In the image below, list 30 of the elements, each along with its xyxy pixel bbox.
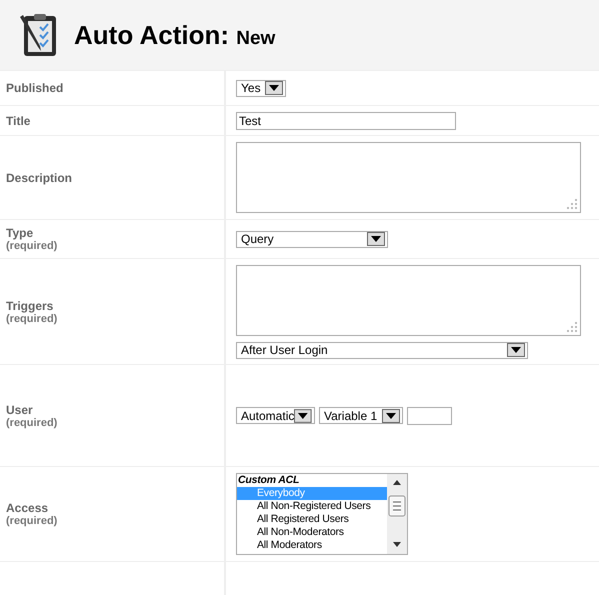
dropdown[interactable]: Automatic bbox=[236, 407, 315, 424]
text-area[interactable] bbox=[236, 264, 581, 336]
dropdown[interactable]: Variable 1 bbox=[319, 407, 403, 424]
text-area[interactable] bbox=[236, 142, 581, 213]
list-option[interactable]: All Non-Moderators bbox=[237, 526, 387, 539]
resize-grip-icon bbox=[567, 199, 577, 209]
dropdown[interactable]: Yes bbox=[236, 80, 286, 96]
dropdown[interactable]: After User Login bbox=[236, 342, 528, 358]
required-note: (required) bbox=[6, 240, 58, 252]
page-title: Auto Action: New bbox=[74, 20, 276, 50]
list-option[interactable]: All Moderators bbox=[237, 539, 387, 552]
text-field[interactable] bbox=[407, 406, 452, 424]
field-label: Triggers bbox=[6, 298, 54, 312]
scrollbar-icon[interactable] bbox=[387, 474, 407, 554]
required-note: (required) bbox=[6, 416, 58, 428]
field-label: Title bbox=[6, 114, 32, 128]
field-label: Access bbox=[6, 501, 50, 515]
list-option[interactable]: All Non-Registered Users bbox=[237, 500, 387, 513]
text-field[interactable]: Test bbox=[236, 112, 456, 130]
dropdown[interactable]: Query bbox=[236, 230, 388, 248]
field-label: Published bbox=[6, 81, 64, 95]
field-label: Description bbox=[6, 170, 74, 184]
list-box[interactable]: Custom ACL Everybody All Non-Registered Users All Registered Users All Non-Moderators All Moderators bbox=[236, 473, 408, 555]
field-label: Type bbox=[6, 226, 34, 240]
list-option[interactable]: All Registered Users bbox=[237, 513, 387, 526]
field-label: User bbox=[6, 402, 34, 416]
required-note: (required) bbox=[6, 312, 58, 324]
option-group-label: Custom ACL bbox=[237, 474, 300, 487]
required-note: (required) bbox=[6, 515, 58, 527]
resize-grip-icon bbox=[567, 322, 577, 332]
